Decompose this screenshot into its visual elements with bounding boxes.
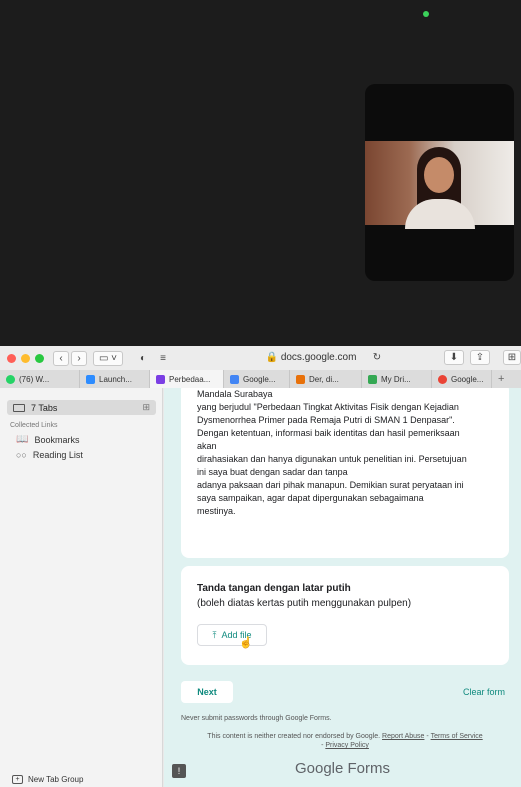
- zoom-window-button[interactable]: [35, 353, 44, 363]
- drive-icon: [368, 374, 377, 384]
- whatsapp-icon: [6, 374, 15, 384]
- docs-icon: [230, 374, 239, 384]
- statement-line: adanya paksaan dari pihak manapun. Demik…: [197, 480, 464, 490]
- statement-card: Mandala Surabaya yang berjudul "Perbedaa…: [181, 388, 509, 558]
- tab-drive[interactable]: My Dri...: [362, 370, 432, 388]
- statement-line: saya sampaikan, agar dapat dipergunakan …: [197, 493, 424, 503]
- tab-zoom[interactable]: Launch...: [80, 370, 150, 388]
- statement-line: Dysmenorrhea Primer pada Remaja Putri di…: [197, 415, 455, 425]
- signature-question-card: Tanda tangan dengan latar putih (boleh d…: [181, 566, 509, 665]
- google-icon: [438, 374, 447, 384]
- sidebar-item-bookmarks[interactable]: 📖 Bookmarks: [16, 434, 79, 445]
- upload-icon: ⤒: [212, 629, 217, 640]
- statement-line: mestinya.: [197, 506, 236, 516]
- tabs-icon: [13, 403, 25, 412]
- new-tab-icon[interactable]: +: [492, 370, 521, 388]
- sidebar-tabs-label: 7 Tabs: [31, 402, 58, 413]
- form-content: Mandala Surabaya yang berjudul "Perbedaa…: [164, 388, 521, 787]
- new-group-icon: +: [12, 775, 23, 784]
- statement-line: dirahasiakan dan hanya digunakan untuk p…: [197, 454, 467, 464]
- back-icon[interactable]: ‹: [53, 350, 69, 366]
- terms-link[interactable]: Terms of Service: [431, 733, 483, 740]
- reload-icon[interactable]: ↻: [370, 350, 384, 365]
- statement-line: ini saya buat dengan sadar dan tanpa: [197, 467, 348, 477]
- statement-line: akan: [197, 441, 217, 451]
- camera-indicator: [423, 11, 429, 17]
- question-title: Tanda tangan dengan latar putih: [197, 583, 351, 594]
- sidebar-item-reading-list[interactable]: ○○ Reading List: [16, 450, 83, 460]
- tab-overview-icon[interactable]: ⊞: [503, 350, 521, 365]
- glasses-icon: ○○: [16, 450, 27, 460]
- tab-grid-icon[interactable]: ⊞: [142, 402, 150, 413]
- forward-icon[interactable]: ›: [71, 350, 87, 366]
- tab-forms-active[interactable]: Perbedaa...: [150, 370, 224, 388]
- tab-bar: (76) W... Launch... Perbedaa... Google..…: [0, 370, 521, 388]
- password-warning: Never submit passwords through Google Fo…: [181, 715, 332, 722]
- google-forms-logo: Google Forms: [294, 760, 391, 777]
- reader-icon[interactable]: ≡: [155, 351, 171, 366]
- hand-cursor-icon: ☝: [239, 637, 253, 649]
- sidebar-tabs-item[interactable]: 7 Tabs ⊞: [7, 400, 156, 415]
- clear-form-link[interactable]: Clear form: [463, 687, 505, 697]
- feedback-icon[interactable]: !: [172, 764, 186, 778]
- close-window-button[interactable]: [7, 353, 16, 363]
- share-icon[interactable]: ⇪: [470, 350, 490, 365]
- tab-der[interactable]: Der, di...: [290, 370, 362, 388]
- tab-whatsapp[interactable]: (76) W...: [0, 370, 80, 388]
- der-icon: [296, 374, 305, 384]
- browser-window: ‹ › ▭ ˅ ◐ ≡ 🔒 docs.google.com ↻ ⬇ ⇪ ⊞ (7…: [0, 346, 521, 787]
- next-button[interactable]: Next: [181, 681, 233, 703]
- new-tab-group-button[interactable]: + New Tab Group: [12, 775, 83, 784]
- browser-toolbar: ‹ › ▭ ˅ ◐ ≡ 🔒 docs.google.com ↻ ⬇ ⇪ ⊞: [0, 346, 521, 370]
- privacy-link[interactable]: Privacy Policy: [325, 742, 369, 749]
- tab-google-docs[interactable]: Google...: [224, 370, 290, 388]
- address-text: docs.google.com: [280, 352, 357, 363]
- browser-sidebar: 7 Tabs ⊞ Collected Links 📖 Bookmarks ○○ …: [0, 388, 163, 787]
- sidebar-toggle-icon[interactable]: ▭ ˅: [93, 350, 123, 366]
- question-subtitle: (boleh diatas kertas putih menggunakan p…: [197, 598, 412, 609]
- book-icon: 📖: [16, 434, 29, 445]
- collected-links-heading: Collected Links: [10, 422, 58, 429]
- zoom-icon: [86, 374, 95, 384]
- statement-line: Mandala Surabaya: [197, 389, 273, 399]
- forms-icon: [156, 374, 165, 384]
- download-icon[interactable]: ⬇: [444, 350, 464, 365]
- disclaimer: This content is neither created nor endo…: [207, 733, 483, 749]
- address-bar[interactable]: 🔒 docs.google.com: [186, 350, 436, 366]
- report-abuse-link[interactable]: Report Abuse: [382, 733, 424, 740]
- video-call-area: [0, 0, 521, 346]
- camera-feed: [365, 141, 514, 229]
- add-file-button[interactable]: ⤒ Add file: [197, 624, 267, 646]
- self-video-tile[interactable]: [365, 84, 514, 281]
- minimize-window-button[interactable]: [21, 353, 30, 363]
- tab-google[interactable]: Google...: [432, 370, 492, 388]
- privacy-shield-icon[interactable]: ◐: [135, 351, 151, 366]
- statement-line: yang berjudul "Perbedaan Tingkat Aktivit…: [197, 402, 459, 412]
- statement-line: Dengan ketentuan, informasi baik identit…: [197, 428, 460, 438]
